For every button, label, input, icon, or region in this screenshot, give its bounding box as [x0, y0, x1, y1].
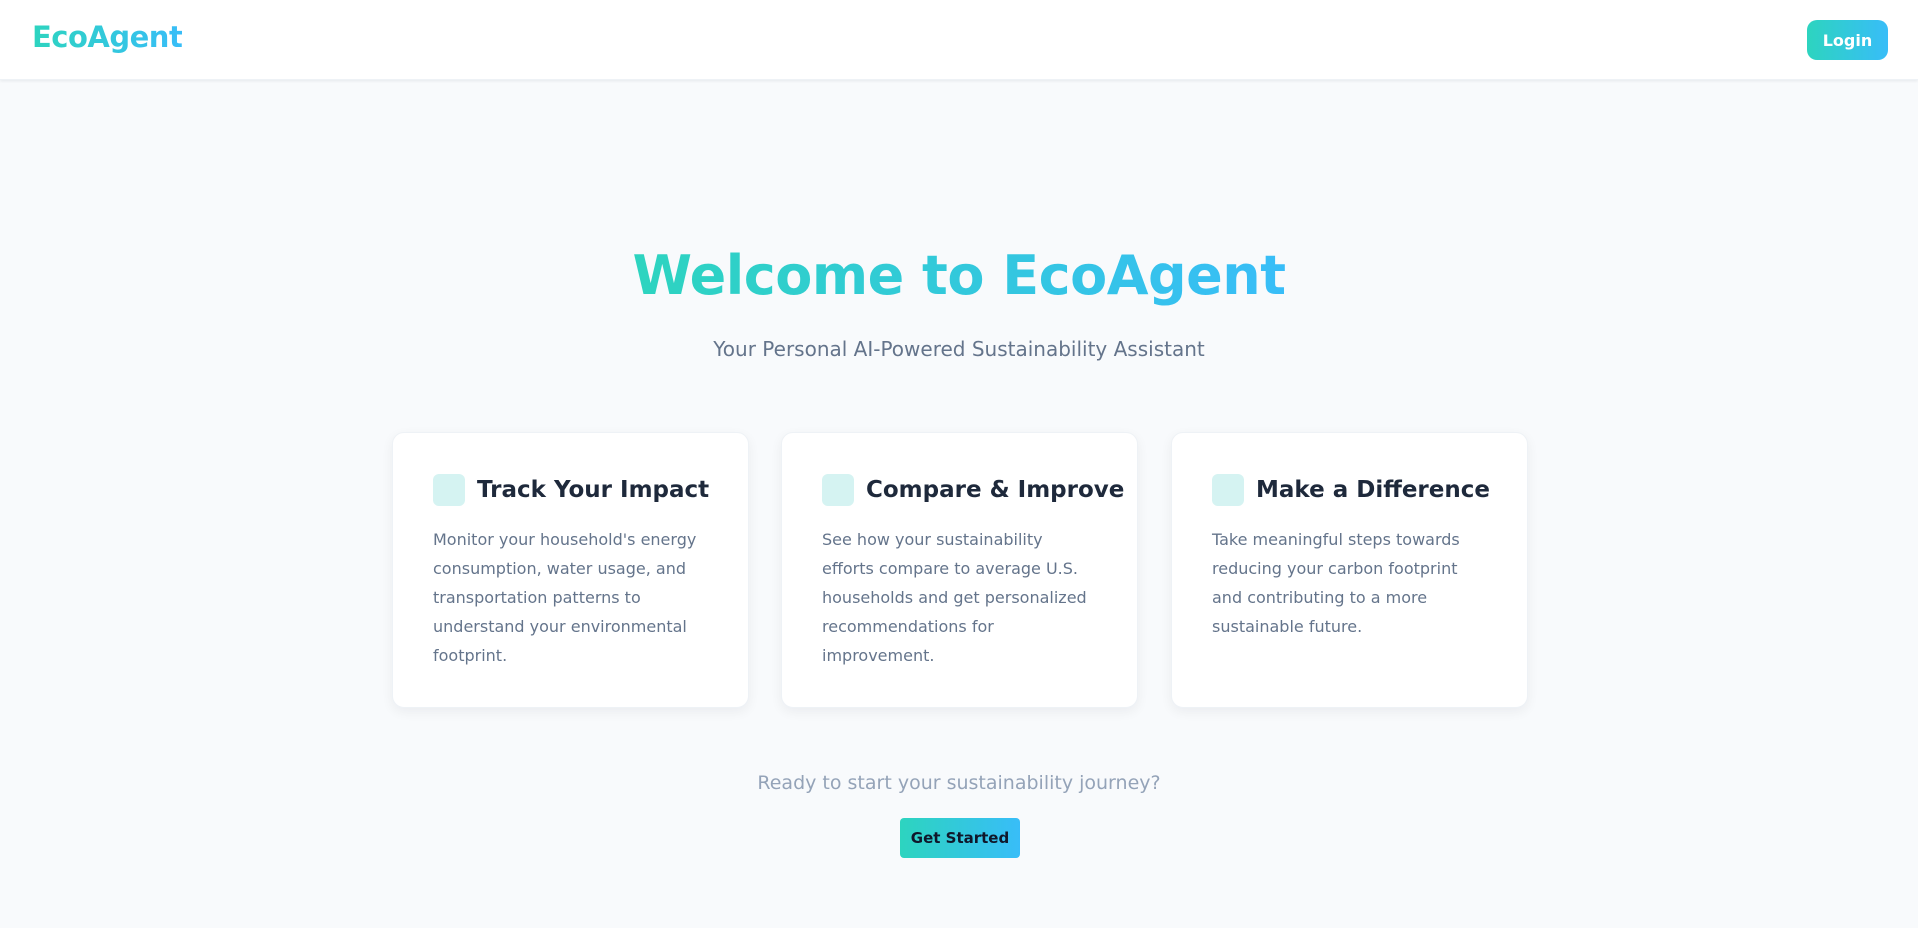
feature-card-header: Compare & Improve: [822, 473, 1124, 507]
feature-cards: Track Your Impact Monitor your household…: [392, 432, 1528, 708]
hero-title-text: Welcome to EcoAgent: [632, 244, 1286, 307]
feature-card-text: See how your sustainability efforts comp…: [822, 530, 1087, 665]
feature-card-make-difference: Make a Difference Take meaningful steps …: [1171, 432, 1528, 708]
cta-prompt: Ready to start your sustainability journ…: [757, 772, 1161, 794]
feature-card-title: Track Your Impact: [477, 477, 710, 503]
hero-subtitle: Your Personal AI-Powered Sustainability …: [713, 337, 1205, 361]
feature-card-text: Take meaningful steps towards reducing y…: [1212, 530, 1460, 636]
make-difference-icon: [1212, 474, 1244, 506]
feature-card-header: Track Your Impact: [433, 473, 710, 507]
feature-card-title: Compare & Improve: [866, 477, 1125, 503]
get-started-button[interactable]: Get Started: [900, 818, 1020, 858]
compare-improve-icon: [822, 474, 854, 506]
track-impact-icon: [433, 474, 465, 506]
feature-card-text: Monitor your household's energy consumpt…: [433, 530, 697, 665]
top-navbar: EcoAgent Login: [0, 0, 1918, 80]
brand-logo[interactable]: EcoAgent: [32, 20, 183, 54]
feature-card-title: Make a Difference: [1256, 477, 1490, 503]
feature-card-compare-improve: Compare & Improve See how your sustainab…: [781, 432, 1138, 708]
hero-title: Welcome to EcoAgent: [0, 238, 1918, 314]
feature-card-track-impact: Track Your Impact Monitor your household…: [392, 432, 749, 708]
feature-card-header: Make a Difference: [1212, 473, 1490, 507]
login-button[interactable]: Login: [1807, 20, 1888, 60]
